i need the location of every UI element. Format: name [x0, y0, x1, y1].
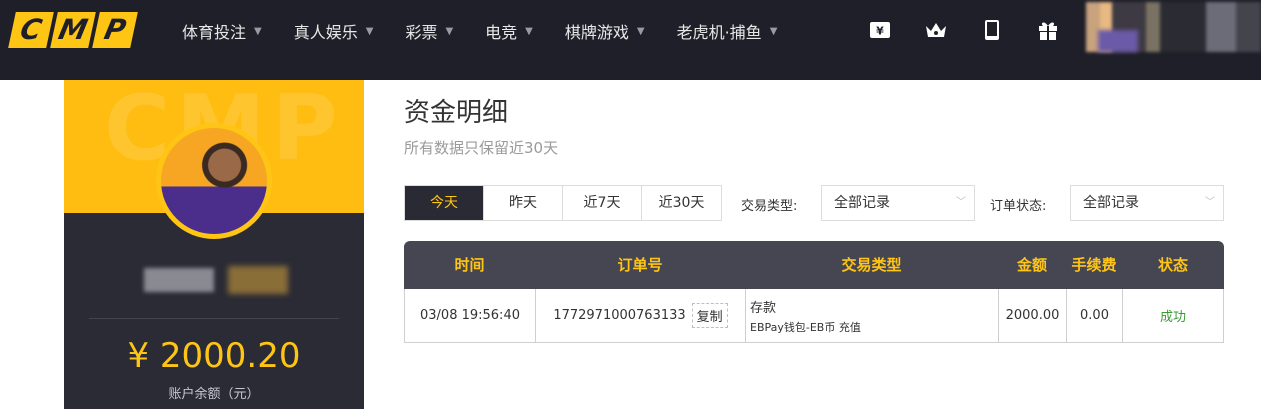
top-navbar: C M P 体育投注 ▼ 真人娱乐 ▼ 彩票 ▼ 电竞 ▼ 棋牌游戏 ▼ 老虎机… [0, 0, 1261, 80]
order-status-select[interactable]: 全部记录 ﹀ [1070, 185, 1224, 221]
main-nav: 体育投注 ▼ 真人娱乐 ▼ 彩票 ▼ 电竞 ▼ 棋牌游戏 ▼ 老虎机·捕鱼 ▼ [182, 19, 809, 43]
cell-fee: 0.00 [1067, 289, 1123, 342]
nav-item-lottery[interactable]: 彩票 ▼ [405, 19, 453, 43]
nav-item-label: 彩票 [405, 23, 438, 42]
svg-text:¥: ¥ [876, 25, 884, 38]
chevron-down-icon: ▼ [636, 25, 645, 37]
nav-item-card-games[interactable]: 棋牌游戏 ▼ [565, 19, 645, 43]
transaction-type-label: 交易类型: [741, 199, 798, 214]
tab-30-days[interactable]: 近30天 [642, 186, 721, 220]
logo-letter: C [8, 12, 54, 48]
nav-item-label: 老虎机·捕鱼 [676, 23, 762, 42]
type-detail: EBPay钱包-EB币 充值 [750, 320, 861, 334]
tab-yesterday[interactable]: 昨天 [484, 186, 563, 220]
avatar[interactable] [156, 123, 272, 239]
divider [89, 318, 339, 319]
chevron-down-icon: ﹀ [1205, 197, 1215, 208]
nav-item-esports[interactable]: 电竞 ▼ [485, 19, 533, 43]
table-row: 03/08 19:56:40 1772971000763133 复制 存款 EB… [404, 289, 1224, 343]
column-header-fee: 手续费 [1071, 256, 1117, 274]
cell-time: 03/08 19:56:40 [405, 289, 536, 342]
select-value: 全部记录 [1083, 195, 1139, 211]
column-header-amount: 金额 [1016, 256, 1047, 274]
avatar-image [161, 128, 267, 234]
tab-7-days[interactable]: 近7天 [563, 186, 642, 220]
gift-icon[interactable] [1034, 16, 1062, 44]
nav-item-label: 体育投注 [182, 23, 247, 42]
column-header-type: 交易类型 [841, 256, 902, 274]
chevron-down-icon: ▼ [365, 25, 374, 37]
type-main: 存款 [750, 300, 777, 316]
nav-item-label: 真人娱乐 [293, 23, 358, 42]
mobile-icon[interactable] [978, 16, 1006, 44]
nav-item-live-casino[interactable]: 真人娱乐 ▼ [294, 19, 374, 43]
nav-item-sports[interactable]: 体育投注 ▼ [182, 19, 262, 43]
nav-item-label: 棋牌游戏 [564, 23, 629, 42]
header-icons: ¥ [866, 16, 1062, 44]
cell-amount: 2000.00 [999, 289, 1067, 342]
copy-button[interactable]: 复制 [691, 303, 728, 328]
nav-item-label: 电竞 [485, 23, 518, 42]
date-range-tabs: 今天 昨天 近7天 近30天 [404, 185, 722, 221]
page-title: 资金明细 [404, 98, 509, 128]
chevron-down-icon: ▼ [525, 25, 533, 37]
tab-today[interactable]: 今天 [405, 186, 484, 220]
table-header: 时间 订单号 交易类型 金额 手续费 状态 [404, 241, 1224, 289]
order-number: 1772971000763133 [553, 308, 686, 323]
chevron-down-icon: ▼ [769, 25, 778, 37]
chevron-down-icon: ﹀ [956, 197, 966, 208]
logo-letter: M [50, 12, 96, 48]
status-badge: 成功 [1159, 310, 1186, 325]
user-avatar-blurred [1098, 30, 1138, 52]
profile-panel: CMP ¥ 2000.20 账户余额（元） [64, 80, 364, 409]
ticket-icon[interactable]: ¥ [866, 16, 894, 44]
order-status-label: 订单状态: [990, 199, 1047, 214]
logo-letter: P [92, 12, 138, 48]
chevron-down-icon: ▼ [254, 25, 262, 37]
cell-type: 存款 EBPay钱包-EB币 充值 [746, 289, 999, 342]
cmp-logo[interactable]: C M P [8, 12, 138, 48]
nav-item-slots-fishing[interactable]: 老虎机·捕鱼 ▼ [677, 19, 778, 43]
transaction-type-select[interactable]: 全部记录 ﹀ [821, 185, 975, 221]
chevron-down-icon: ▼ [445, 25, 454, 37]
page-subtitle: 所有数据只保留近30天 [404, 139, 559, 157]
column-header-order-no: 订单号 [617, 256, 663, 274]
cell-order-no: 1772971000763133 复制 [536, 289, 746, 342]
column-header-status: 状态 [1157, 256, 1188, 274]
column-header-time: 时间 [454, 256, 485, 274]
crown-icon[interactable] [922, 16, 950, 44]
username-blurred [144, 268, 214, 292]
select-value: 全部记录 [834, 195, 890, 211]
balance-label: 账户余额（元） [168, 387, 260, 402]
vip-badge-blurred [228, 266, 288, 294]
balance-amount: ¥ 2000.20 [127, 336, 301, 376]
